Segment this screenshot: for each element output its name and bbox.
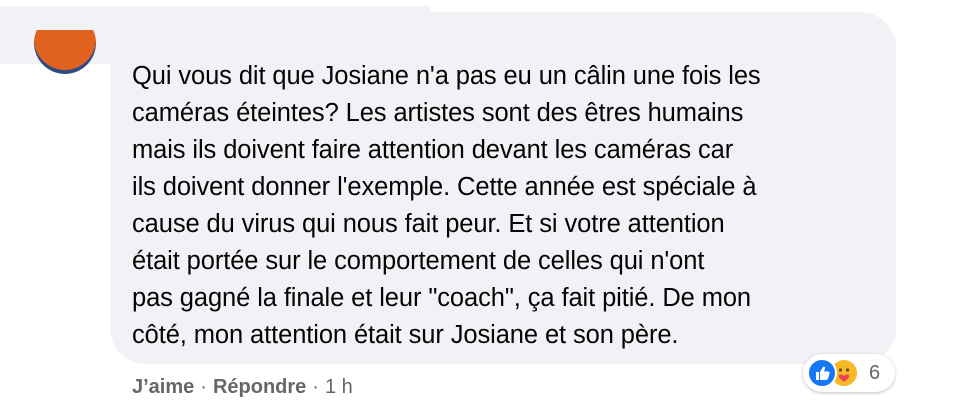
comment-actions: J’aime · Répondre · 1 h <box>132 373 353 401</box>
timestamp-link[interactable]: 1 h <box>325 376 353 398</box>
reply-button[interactable]: Répondre <box>213 376 306 398</box>
like-button[interactable]: J’aime <box>132 376 194 398</box>
comment-text: Qui vous dit que Josiane n'a pas eu un c… <box>132 62 761 349</box>
avatar[interactable] <box>34 30 96 74</box>
comment-view: Qui vous dit que Josiane n'a pas eu un c… <box>0 0 980 409</box>
separator: · <box>200 376 207 398</box>
like-icon <box>807 358 837 388</box>
reactions-summary[interactable]: 6 <box>803 354 895 392</box>
reaction-count: 6 <box>869 362 881 384</box>
separator: · <box>312 376 319 398</box>
avatar-image <box>34 30 96 74</box>
